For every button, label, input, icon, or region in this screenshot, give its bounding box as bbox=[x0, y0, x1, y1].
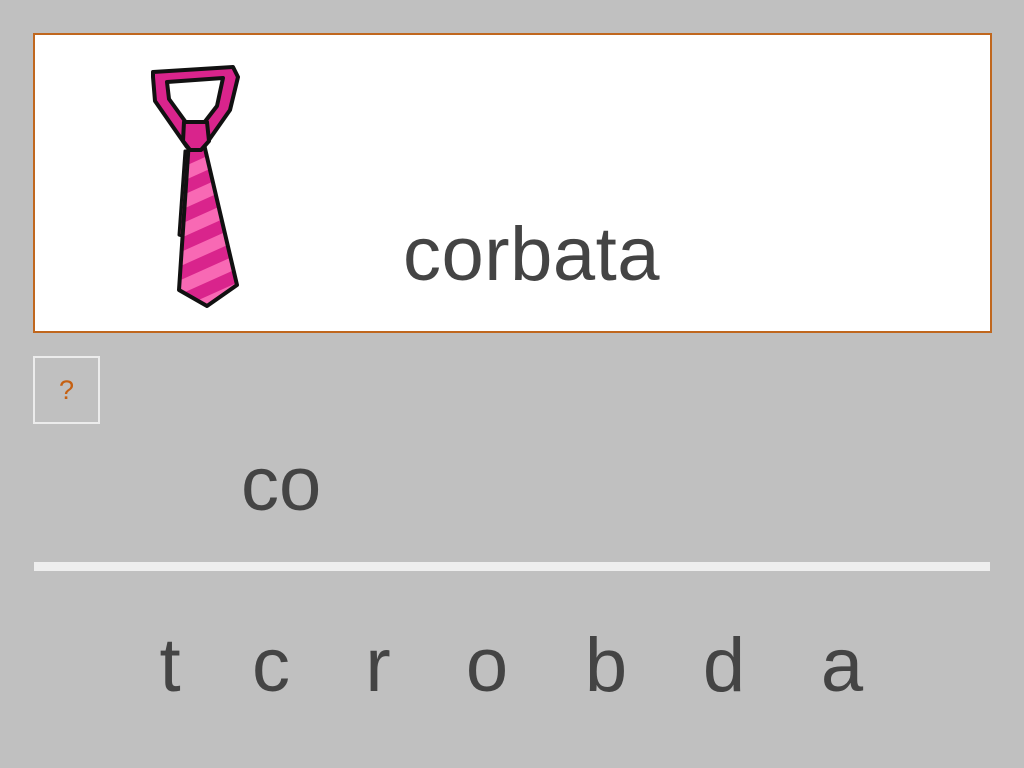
hint-button[interactable]: ? bbox=[33, 356, 100, 424]
target-word: corbata bbox=[403, 212, 660, 297]
answer-underline bbox=[34, 562, 990, 571]
letter-tile-c[interactable]: c bbox=[241, 628, 301, 704]
letter-tile-b[interactable]: b bbox=[576, 628, 636, 704]
letter-tile-r[interactable]: r bbox=[348, 628, 408, 704]
letter-tile-a[interactable]: a bbox=[812, 628, 872, 704]
word-card: corbata bbox=[33, 33, 992, 333]
letter-tile-o[interactable]: o bbox=[457, 628, 517, 704]
answer-text: co bbox=[241, 442, 322, 527]
necktie-icon bbox=[151, 65, 240, 308]
letter-tile-d[interactable]: d bbox=[694, 628, 754, 704]
letter-tile-t[interactable]: t bbox=[140, 628, 200, 704]
